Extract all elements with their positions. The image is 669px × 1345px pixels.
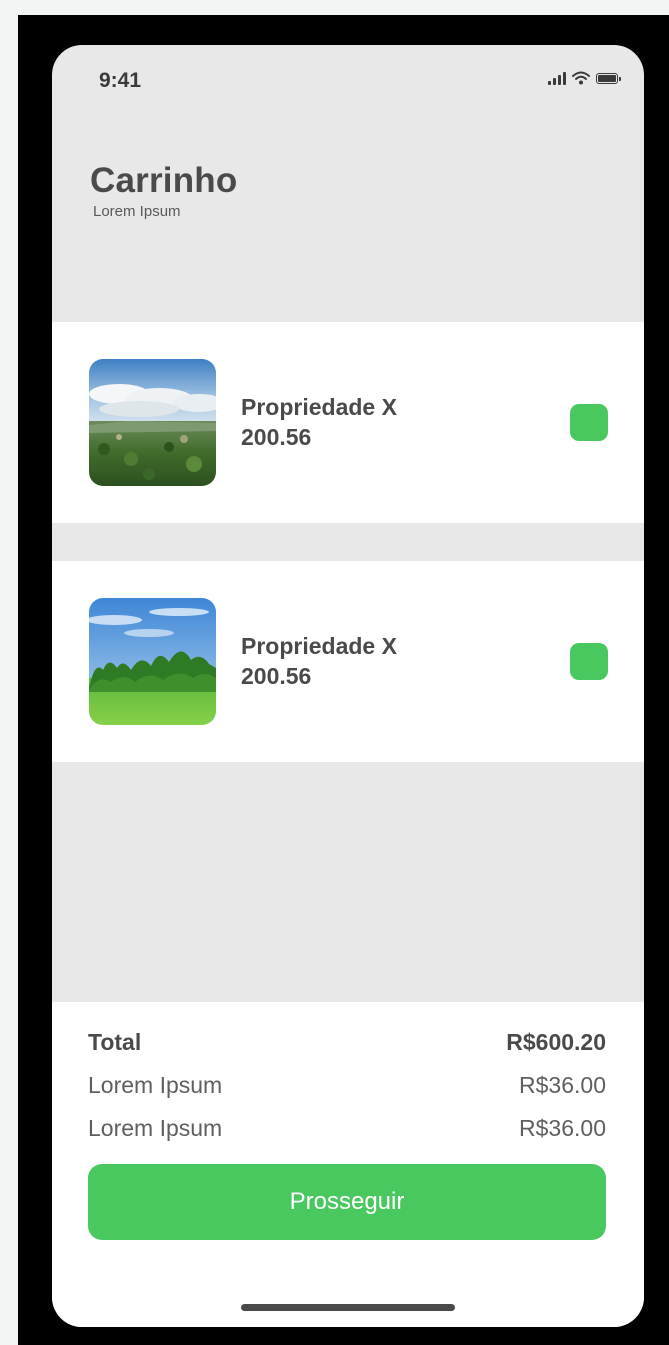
total-value: R$600.20 (506, 1029, 606, 1055)
status-icons (548, 71, 621, 85)
page-title: Carrinho (90, 161, 238, 200)
cart-item[interactable]: Propriedade X 200.56 (52, 322, 644, 523)
item-name: Propriedade X (241, 394, 397, 420)
status-time: 9:41 (99, 69, 142, 92)
signal-icon (548, 71, 566, 85)
home-indicator (241, 1304, 455, 1311)
summary-line: Lorem Ipsum R$36.00 (88, 1115, 606, 1142)
summary-line: Lorem Ipsum R$36.00 (88, 1072, 606, 1099)
total-label: Total (88, 1029, 142, 1055)
battery-icon (596, 72, 621, 84)
cart-item[interactable]: Propriedade X 200.56 (52, 561, 644, 762)
summary-line-label: Lorem Ipsum (88, 1115, 223, 1141)
phone-screen: 9:41 Carrinho Lorem Ipsum Propriedade X … (52, 45, 644, 1327)
summary-line-label: Lorem Ipsum (88, 1072, 223, 1098)
item-price: 200.56 (241, 663, 312, 689)
item-name: Propriedade X (241, 633, 397, 659)
page-subtitle: Lorem Ipsum (93, 203, 181, 220)
total-row: Total R$600.20 (88, 1029, 606, 1056)
item-checkbox[interactable] (570, 404, 608, 441)
item-checkbox[interactable] (570, 643, 608, 680)
item-price: 200.56 (241, 424, 312, 450)
order-summary: Total R$600.20 Lorem Ipsum R$36.00 Lorem… (52, 1002, 644, 1327)
proceed-button[interactable]: Prosseguir (88, 1164, 606, 1240)
property-thumbnail (89, 359, 216, 486)
property-thumbnail (89, 598, 216, 725)
summary-line-value: R$36.00 (519, 1072, 606, 1098)
summary-line-value: R$36.00 (519, 1115, 606, 1141)
wifi-icon (572, 71, 590, 85)
